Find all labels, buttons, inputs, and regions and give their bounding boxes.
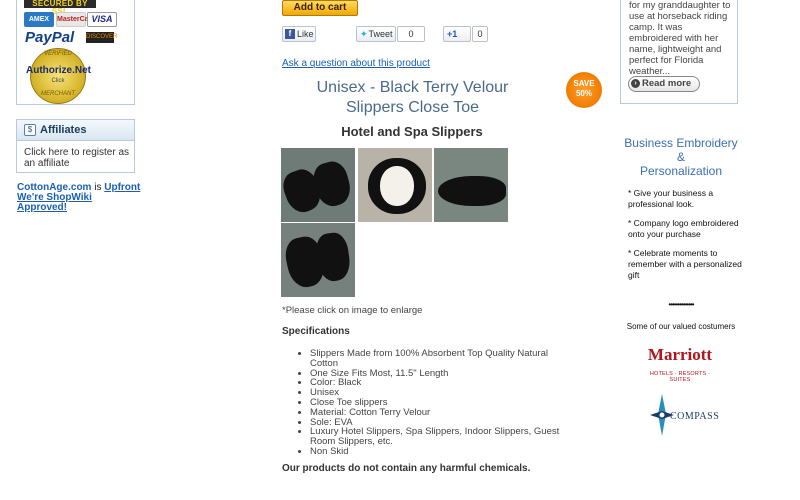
read-more-button[interactable]: › Read more bbox=[628, 76, 700, 92]
biz-title-line-2: Personalization bbox=[639, 164, 723, 178]
product-subtitle: Hotel and Spa Slippers bbox=[341, 124, 483, 139]
product-thumbnail-4[interactable] bbox=[281, 223, 355, 297]
shopwiki-note: CottonAge.com is Upfront We're ShopWiki … bbox=[17, 183, 142, 213]
amex-logo: AMEX bbox=[24, 12, 54, 27]
seal-name: Authorize.Net bbox=[26, 65, 91, 76]
facebook-like-button[interactable]: f Like bbox=[282, 26, 316, 42]
affiliate-register-link[interactable]: Click here to register as an affiliate bbox=[24, 147, 132, 169]
tweet-count: 0 bbox=[397, 26, 425, 42]
bullet-item: * Give your business a professional look… bbox=[628, 188, 714, 209]
tweet-button[interactable]: ✦Tweet bbox=[356, 26, 396, 42]
gplus-label: +1 bbox=[447, 29, 458, 39]
upfront-link[interactable]: Upfront bbox=[104, 182, 140, 193]
spec-item: Luxury Hotel Slippers, Spa Slippers, Ind… bbox=[310, 427, 570, 447]
dotted-divider: •••••••••••••• bbox=[668, 300, 694, 309]
valued-customers-label: Some of our valued costumers bbox=[626, 322, 736, 331]
specifications-list: Slippers Made from 100% Absorbent Top Qu… bbox=[298, 349, 570, 457]
add-to-cart-button[interactable]: Add to cart bbox=[282, 0, 358, 16]
product-title: Unisex - Black Terry Velour Slippers Clo… bbox=[316, 79, 509, 116]
twitter-bird-icon: ✦ bbox=[360, 29, 368, 39]
read-more-label: Read more bbox=[642, 78, 692, 89]
is-text: is bbox=[91, 182, 105, 193]
spec-item: Slippers Made from 100% Absorbent Top Qu… bbox=[310, 349, 570, 369]
tweet-label: Tweet bbox=[368, 29, 393, 39]
discover-logo: DISCOVER bbox=[86, 32, 117, 43]
specifications-heading: Specifications bbox=[282, 326, 350, 337]
mastercard-logo: MasterCard bbox=[56, 12, 96, 27]
seal-top-text: VERIFIED bbox=[44, 51, 72, 57]
bullet-item: * Celebrate moments to remember with a p… bbox=[628, 248, 742, 280]
gplus-count: 0 bbox=[472, 26, 488, 42]
visa-logo: VISA bbox=[87, 12, 117, 27]
ssl-badge: SECURED BY SSL bbox=[24, 0, 96, 16]
google-plus-button[interactable]: +1 bbox=[443, 26, 471, 42]
marriott-tagline: HOTELS · RESORTS · SUITES bbox=[649, 371, 711, 383]
affiliates-title: Affiliates bbox=[40, 124, 87, 136]
product-thumbnail-1[interactable] bbox=[278, 148, 355, 222]
shopwiki-approved-link[interactable]: We're ShopWiki Approved! bbox=[17, 192, 92, 213]
save-badge: SAVE 50% bbox=[566, 72, 602, 108]
business-bullets: * Give your business a professional look… bbox=[628, 188, 748, 289]
biz-title-line-1: Business Embroidery bbox=[624, 136, 738, 150]
no-chemicals-note: Our products do not contain any harmful … bbox=[282, 463, 531, 474]
affiliates-icon: $ bbox=[24, 124, 36, 136]
bullet-item: * Company logo embroidered onto your pur… bbox=[628, 218, 739, 239]
marriott-logo: Marriott bbox=[647, 345, 713, 364]
review-text: for my granddaughter to use at horseback… bbox=[629, 0, 731, 77]
enlarge-hint: *Please click on image to enlarge bbox=[282, 305, 423, 316]
compass-logo-text: COMPASS bbox=[670, 411, 720, 422]
product-thumbnail-3[interactable] bbox=[434, 148, 508, 222]
ask-question-link[interactable]: Ask a question about this product bbox=[282, 58, 430, 69]
seal-bottom-text: MERCHANT bbox=[41, 91, 75, 97]
product-thumbnail-2[interactable] bbox=[358, 148, 432, 222]
facebook-icon: f bbox=[285, 29, 295, 39]
arrow-right-icon: › bbox=[631, 79, 640, 88]
like-label: Like bbox=[297, 29, 314, 39]
business-embroidery-heading[interactable]: Business Embroidery & Personalization bbox=[620, 136, 742, 178]
spec-item: Non Skid bbox=[310, 447, 570, 457]
spec-item: Color: Black bbox=[310, 378, 570, 388]
seal-click-text: Click bbox=[51, 78, 65, 84]
biz-ampersand: & bbox=[676, 150, 685, 164]
paypal-logo: PayPal bbox=[25, 29, 75, 46]
